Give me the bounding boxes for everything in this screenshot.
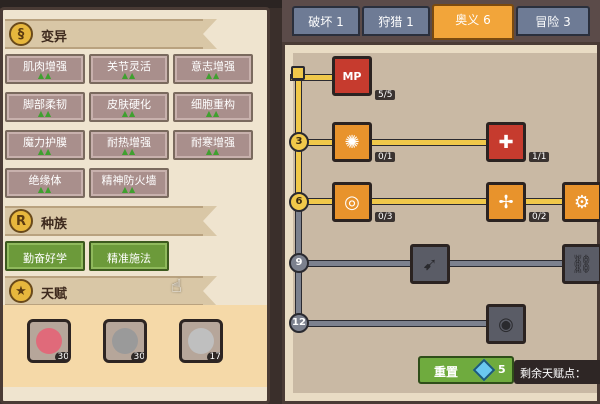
talent-portrait-3[interactable]: 17 [179,319,223,363]
upgrade-arrows-icon: ▲▲ [205,147,221,156]
gear-node[interactable]: ⚙ [562,182,600,222]
portrait-face-1 [36,328,62,354]
talent-strip: 30 30 17 [3,305,267,387]
upgrade-arrows-icon: ▲▲ [37,109,53,118]
mutation-header: § 变异 [5,19,217,49]
race-button-precise-cast[interactable]: 精准施法 [89,241,169,271]
mutation-button-8[interactable]: 耐热增强 ▲▲ [89,130,169,160]
upgrade-arrows-icon: ▲▲ [37,185,53,194]
mutation-button-1[interactable]: 肌肉增强 ▲▲ [5,54,85,84]
portrait-level-2: 30 [130,352,144,360]
mutation-button-5[interactable]: 皮肤硬化 ▲▲ [89,92,169,122]
talent-portrait-2[interactable]: 30 [103,319,147,363]
mutation-button-11[interactable]: 精神防火墙 ▲▲ [89,168,169,198]
character-panel: § 变异 肌肉增强 ▲▲ 关节灵活 ▲▲ 意志增强 ▲▲ 脚部柔韧 ▲▲ 皮肤硬化 ▲▲ 细胞重构 ▲… [0,7,270,404]
level-marker-6: 6 [289,192,309,212]
locked-spike-node[interactable]: ➹ [410,244,450,284]
locked-chain-node[interactable]: ⛓ [562,244,600,284]
tab-hunt[interactable]: 狩猎 1 [362,6,430,36]
tab-adventure[interactable]: 冒险 3 [516,6,590,36]
mutation-button-10[interactable]: 绝缘体 ▲▲ [5,168,85,198]
tab-destroy[interactable]: 破坏 1 [292,6,360,36]
mutation-button-6[interactable]: 细胞重构 ▲▲ [173,92,253,122]
branch-row-12 [300,320,500,327]
mp-node-count: 5/5 [375,90,396,100]
hand-cross-icon: ✚ [498,131,514,153]
upgrade-arrows-icon: ▲▲ [37,71,53,80]
reset-cost: 5 [498,363,506,376]
reset-button[interactable]: 重置 5 [418,356,514,384]
hand-cross-node[interactable]: ✚ [486,122,526,162]
swirl-node[interactable]: ✺ [332,122,372,162]
race-button-diligent[interactable]: 勤奋好学 [5,241,85,271]
upgrade-arrows-icon: ▲▲ [205,109,221,118]
dna-icon: § [9,22,33,46]
spiral-node[interactable]: ◎ [332,182,372,222]
talent-tree-panel [282,42,600,404]
mutation-button-9[interactable]: 耐寒增强 ▲▲ [173,130,253,160]
spiral-icon: ◎ [344,191,360,213]
cross-arrow-node-count: 0/2 [529,212,550,222]
mouse-cursor-icon: ☝ [171,276,182,297]
portrait-level-3: 17 [206,352,220,360]
gear-icon: ⚙ [573,191,591,213]
level-marker-12: 12 [289,313,309,333]
remaining-points-label: 剩余天赋点： [514,360,600,384]
mutation-button-3[interactable]: 意志增强 ▲▲ [173,54,253,84]
spiral-node-count: 0/3 [375,212,396,222]
r-badge-icon: R [9,209,33,233]
mutation-button-4[interactable]: 脚部柔韧 ▲▲ [5,92,85,122]
portrait-face-2 [112,328,138,354]
portrait-face-3 [188,328,214,354]
reset-label: 重置 [434,365,459,379]
upgrade-arrows-icon: ▲▲ [37,147,53,156]
talent-portrait-1[interactable]: 30 [27,319,71,363]
portrait-level-1: 30 [54,352,68,360]
tree-root-marker [291,66,305,80]
upgrade-arrows-icon: ▲▲ [121,147,137,156]
race-header: R 种族 [5,206,217,236]
swirl-node-count: 0/1 [375,152,396,162]
upgrade-arrows-icon: ▲▲ [205,71,221,80]
upgrade-arrows-icon: ▲▲ [121,71,137,80]
locked-vortex-node[interactable]: ◉ [486,304,526,344]
race-title: 种族 [41,217,68,232]
upgrade-arrows-icon: ▲▲ [121,109,137,118]
swirl-icon: ✺ [344,131,360,153]
tab-arcana[interactable]: 奥义 6 [432,4,514,40]
star-icon: ★ [9,279,33,303]
branch-row-3 [300,139,500,146]
level-marker-9: 9 [289,253,309,273]
vortex-icon: ◉ [498,313,514,335]
branch-row-9 [300,260,600,267]
mp-icon: MP [342,69,362,83]
diamond-icon [472,358,496,382]
mp-node[interactable]: MP [332,56,372,96]
cross-arrow-icon: ✢ [498,191,514,213]
upgrade-arrows-icon: ▲▲ [121,185,137,194]
mutation-button-2[interactable]: 关节灵活 ▲▲ [89,54,169,84]
chain-icon: ⛓ [570,253,594,275]
talent-title: 天赋 [41,287,68,302]
mutation-title: 变异 [41,30,68,45]
level-marker-3: 3 [289,132,309,152]
tree-background [293,53,597,393]
mutation-button-7[interactable]: 魔力护膜 ▲▲ [5,130,85,160]
spike-icon: ➹ [422,253,438,275]
hand-cross-node-count: 1/1 [529,152,550,162]
cross-arrow-node[interactable]: ✢ [486,182,526,222]
